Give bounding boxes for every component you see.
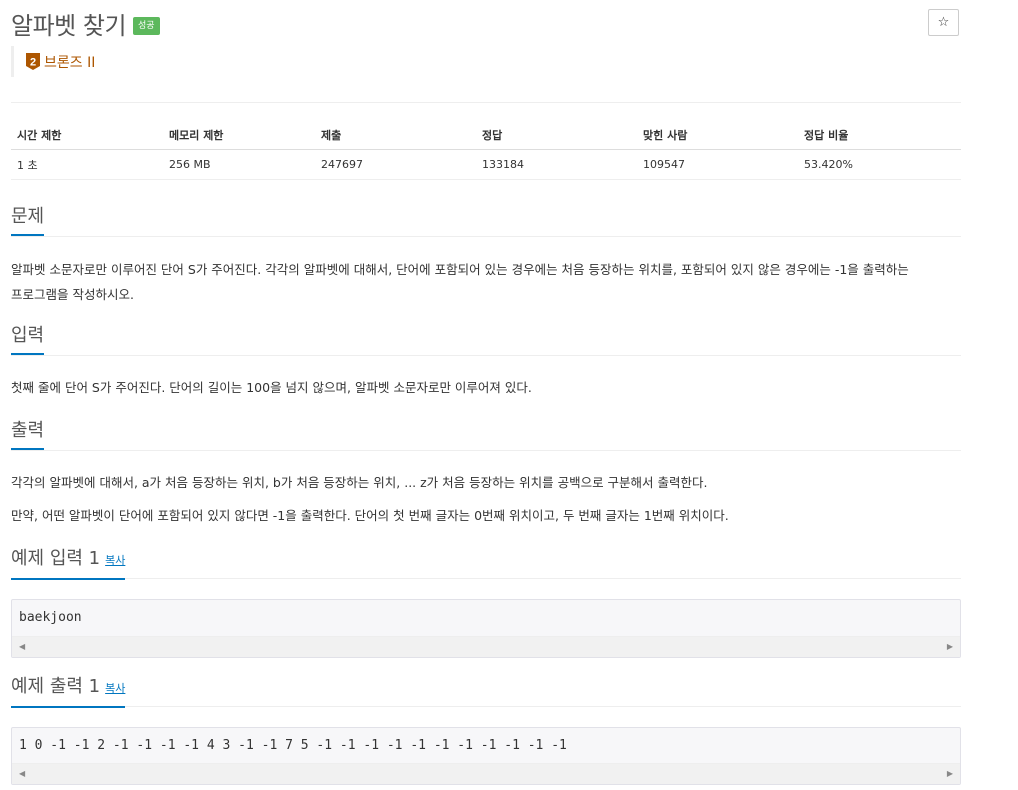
- sample-output-title-text: 예제 출력 1: [11, 676, 101, 697]
- header-accepted: 정답: [476, 120, 637, 150]
- input-section-title: 입력: [11, 325, 45, 355]
- input-section-header: 입력: [11, 325, 961, 356]
- sample-output-content: 1 0 -1 -1 2 -1 -1 -1 -1 4 3 -1 -1 7 5 -1…: [19, 738, 567, 753]
- info-header-row: 시간 제한 메모리 제한 제출 정답 맞힌 사람 정답 비율: [11, 120, 961, 150]
- header-memory-limit: 메모리 제한: [163, 120, 315, 150]
- tier-row: 2 브론즈 II: [11, 46, 95, 77]
- value-accepted: 133184: [476, 149, 637, 180]
- horizontal-scrollbar[interactable]: ◀ ▶: [12, 763, 960, 784]
- header-time-limit: 시간 제한: [11, 120, 163, 150]
- header-submissions: 제출: [315, 120, 476, 150]
- scroll-right-arrow-icon[interactable]: ▶: [947, 642, 953, 652]
- value-memory-limit: 256 MB: [163, 149, 315, 180]
- problem-section-title: 문제: [11, 206, 45, 236]
- output-description-1: 각각의 알파벳에 대해서, a가 처음 등장하는 위치, b가 처음 등장하는 …: [11, 475, 708, 490]
- info-value-row: 1 초 256 MB 247697 133184 109547 53.420%: [11, 149, 961, 180]
- value-submissions: 247697: [315, 149, 476, 180]
- tier-label[interactable]: 브론즈 II: [44, 52, 95, 72]
- page-title: 알파벳 찾기: [11, 11, 127, 40]
- sample-input-title-text: 예제 입력 1: [11, 548, 101, 569]
- status-badge: 성공: [133, 17, 160, 35]
- problem-info-table: 시간 제한 메모리 제한 제출 정답 맞힌 사람 정답 비율 1 초 256 M…: [11, 120, 961, 180]
- sample-input-header: 예제 입력 1 복사: [11, 548, 961, 580]
- problem-line-2: 프로그램을 작성하시오.: [11, 287, 134, 302]
- problem-description: 알파벳 소문자로만 이루어진 단어 S가 주어진다. 각각의 알파벳에 대해서,…: [11, 257, 961, 307]
- star-icon: ☆: [937, 15, 950, 30]
- tier-level: 2: [30, 57, 36, 69]
- divider: [11, 102, 961, 103]
- value-time-limit: 1 초: [11, 149, 163, 180]
- copy-sample-output-link[interactable]: 복사: [105, 682, 125, 695]
- header-solvers: 맞힌 사람: [637, 120, 798, 150]
- sample-output-header: 예제 출력 1 복사: [11, 676, 961, 708]
- input-description: 첫째 줄에 단어 S가 주어진다. 단어의 길이는 100을 넘지 않으며, 알…: [11, 380, 532, 395]
- sample-output-title: 예제 출력 1 복사: [11, 676, 126, 708]
- scroll-left-arrow-icon[interactable]: ◀: [19, 642, 25, 652]
- value-solvers: 109547: [637, 149, 798, 180]
- bronze-tier-icon: 2: [26, 53, 40, 70]
- output-section-title: 출력: [11, 420, 45, 450]
- scroll-right-arrow-icon[interactable]: ▶: [947, 769, 953, 779]
- value-ratio: 53.420%: [798, 149, 961, 180]
- sample-input-content: baekjoon: [19, 610, 82, 625]
- problem-section-header: 문제: [11, 206, 961, 237]
- star-button[interactable]: ☆: [928, 9, 959, 36]
- sample-input-title: 예제 입력 1 복사: [11, 548, 126, 580]
- problem-line-1: 알파벳 소문자로만 이루어진 단어 S가 주어진다. 각각의 알파벳에 대해서,…: [11, 262, 909, 277]
- output-description-2: 만약, 어떤 알파벳이 단어에 포함되어 있지 않다면 -1을 출력한다. 단어…: [11, 508, 729, 523]
- title-row: 알파벳 찾기 성공: [11, 6, 160, 40]
- copy-sample-input-link[interactable]: 복사: [105, 554, 125, 567]
- horizontal-scrollbar[interactable]: ◀ ▶: [12, 636, 960, 657]
- header-ratio: 정답 비율: [798, 120, 961, 150]
- sample-input-box[interactable]: baekjoon ◀ ▶: [11, 599, 961, 658]
- output-section-header: 출력: [11, 420, 961, 451]
- scroll-left-arrow-icon[interactable]: ◀: [19, 769, 25, 779]
- sample-output-box[interactable]: 1 0 -1 -1 2 -1 -1 -1 -1 4 3 -1 -1 7 5 -1…: [11, 727, 961, 785]
